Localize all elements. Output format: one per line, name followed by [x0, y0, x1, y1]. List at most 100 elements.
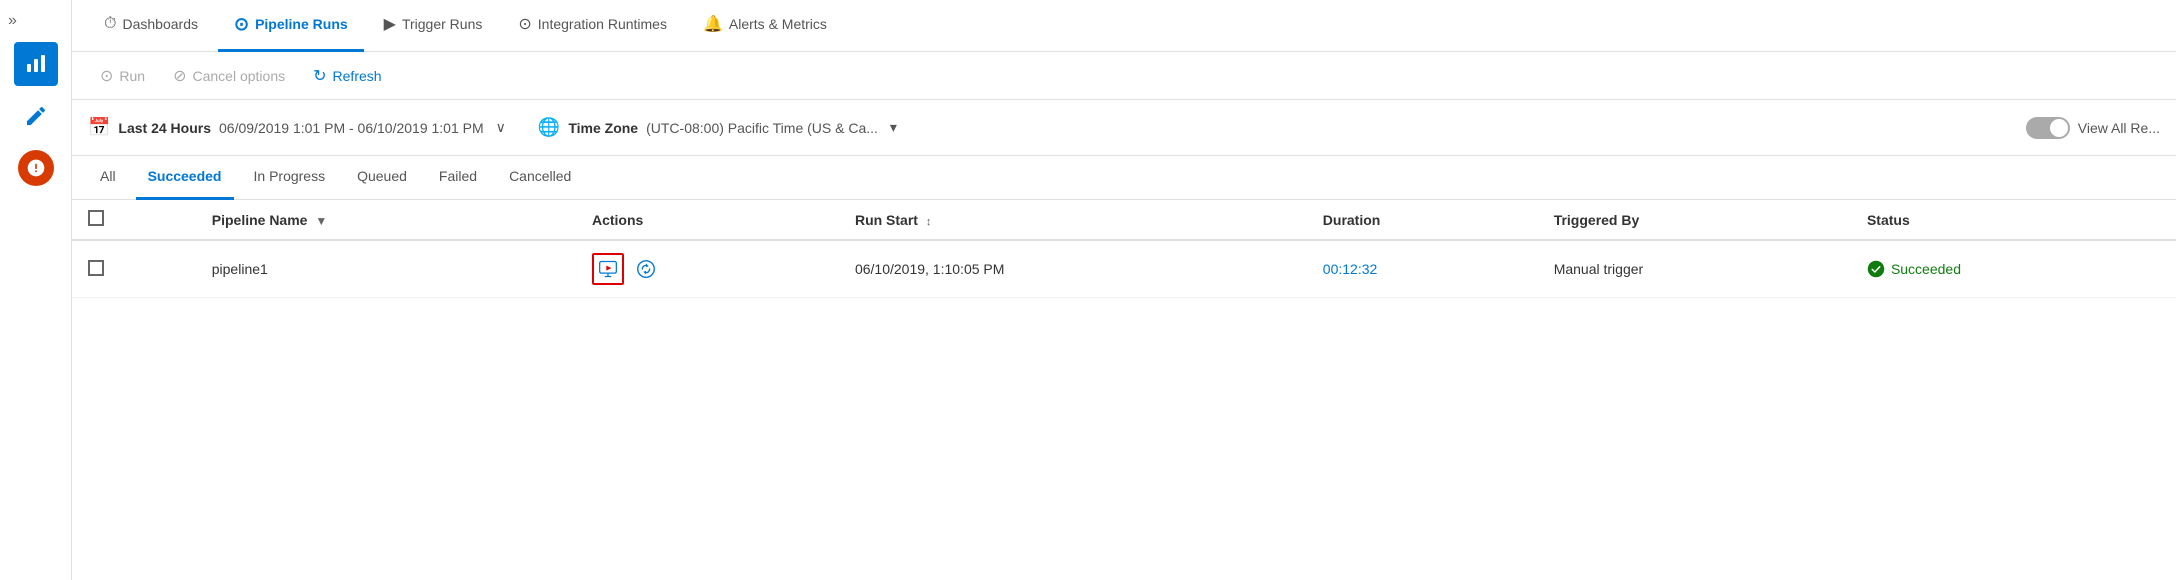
pencil-icon: [24, 104, 48, 128]
col-run-start-header[interactable]: Run Start ↕: [839, 200, 1307, 240]
actions-cell: [576, 240, 839, 298]
sidebar: »: [0, 0, 72, 580]
cancel-options-button[interactable]: ⊘ Cancel options: [161, 60, 297, 92]
pipeline-runs-table: Pipeline Name ▼ Actions Run Start ↕ Dura…: [72, 200, 2176, 298]
status-text: Succeeded: [1891, 261, 1961, 277]
trigger-runs-icon: ▶: [384, 14, 396, 34]
view-all-toggle[interactable]: [2026, 117, 2070, 139]
status-tab-failed-label: Failed: [439, 168, 477, 184]
dashboards-icon: ⏱: [104, 15, 116, 33]
status-tab-all-label: All: [100, 168, 116, 184]
tab-dashboards[interactable]: ⏱ Dashboards: [88, 0, 214, 52]
pipeline-runs-icon: ⊙: [234, 14, 249, 35]
col-triggered-by-label: Triggered By: [1554, 212, 1640, 228]
sidebar-icon-chart[interactable]: [14, 42, 58, 86]
run-start-value: 06/10/2019, 1:10:05 PM: [855, 261, 1004, 277]
run-button[interactable]: ⊙ Run: [88, 60, 157, 92]
timezone-value: (UTC-08:00) Pacific Time (US & Ca...: [646, 120, 878, 136]
col-actions-label: Actions: [592, 212, 643, 228]
sidebar-collapse-btn[interactable]: »: [0, 8, 25, 34]
succeeded-checkmark-icon: [1867, 260, 1885, 278]
status-tabs: All Succeeded In Progress Queued Failed …: [72, 156, 2176, 200]
tab-alerts-metrics[interactable]: 🔔 Alerts & Metrics: [687, 0, 843, 52]
chart-icon: [24, 52, 48, 76]
tab-pipeline-runs[interactable]: ⊙ Pipeline Runs: [218, 0, 364, 52]
col-duration-header: Duration: [1307, 200, 1538, 240]
pipeline-action-rerun-icon[interactable]: [630, 253, 662, 285]
filter-bar: 📅 Last 24 Hours 06/09/2019 1:01 PM - 06/…: [72, 100, 2176, 156]
status-tab-succeeded[interactable]: Succeeded: [136, 156, 234, 200]
status-tab-failed[interactable]: Failed: [427, 156, 489, 200]
time-filter-chevron: ∨: [496, 119, 506, 136]
top-nav-tabs: ⏱ Dashboards ⊙ Pipeline Runs ▶ Trigger R…: [72, 0, 2176, 52]
date-range-value: 06/09/2019 1:01 PM - 06/10/2019 1:01 PM: [219, 120, 484, 136]
pipeline-action-run-icon[interactable]: [592, 253, 624, 285]
view-all-toggle-container: View All Re...: [2026, 117, 2160, 139]
status-value: Succeeded: [1867, 260, 2160, 278]
duration-cell: 00:12:32: [1307, 240, 1538, 298]
globe-icon: 🌐: [538, 117, 560, 138]
status-tab-all[interactable]: All: [88, 156, 128, 200]
table-row: pipeline1: [72, 240, 2176, 298]
run-icon: ⊙: [100, 66, 113, 86]
action-icons-group: [592, 253, 823, 285]
select-all-checkbox[interactable]: [88, 210, 104, 226]
rerun-icon: [635, 258, 657, 280]
col-actions-header: Actions: [576, 200, 839, 240]
status-tab-cancelled[interactable]: Cancelled: [497, 156, 583, 200]
col-pipeline-name-label: Pipeline Name: [212, 212, 308, 228]
status-cell: Succeeded: [1851, 240, 2176, 298]
pipeline-name-filter-icon[interactable]: ▼: [315, 214, 327, 228]
run-start-sort-icon[interactable]: ↕: [926, 216, 932, 228]
main-content: ⏱ Dashboards ⊙ Pipeline Runs ▶ Trigger R…: [72, 0, 2176, 580]
integration-runtimes-icon: ⊙: [518, 14, 531, 34]
row-checkbox-cell: [72, 240, 196, 298]
status-tab-cancelled-label: Cancelled: [509, 168, 571, 184]
alerts-icon: 🔔: [703, 14, 723, 34]
tab-trigger-runs[interactable]: ▶ Trigger Runs: [368, 0, 499, 52]
tab-integration-runtimes[interactable]: ⊙ Integration Runtimes: [502, 0, 683, 52]
col-status-label: Status: [1867, 212, 1910, 228]
col-duration-label: Duration: [1323, 212, 1381, 228]
run-label: Run: [119, 68, 145, 84]
tab-pipeline-runs-label: Pipeline Runs: [255, 16, 348, 32]
pipeline-runs-table-area: Pipeline Name ▼ Actions Run Start ↕ Dura…: [72, 200, 2176, 580]
table-header-row: Pipeline Name ▼ Actions Run Start ↕ Dura…: [72, 200, 2176, 240]
status-tab-queued[interactable]: Queued: [345, 156, 419, 200]
refresh-icon: ↻: [313, 66, 326, 86]
tab-alerts-metrics-label: Alerts & Metrics: [729, 16, 827, 32]
status-tab-in-progress-label: In Progress: [254, 168, 326, 184]
monitor-play-icon: [598, 259, 618, 279]
run-start-cell: 06/10/2019, 1:10:05 PM: [839, 240, 1307, 298]
timezone-dropdown-arrow: ▾: [890, 119, 897, 136]
cancel-icon: ⊘: [173, 66, 186, 86]
timezone-label: Time Zone: [568, 120, 638, 136]
tab-dashboards-label: Dashboards: [122, 16, 198, 32]
pipeline-name-value: pipeline1: [212, 261, 268, 277]
cancel-label: Cancel options: [193, 68, 286, 84]
sidebar-icon-alert[interactable]: [14, 146, 58, 190]
status-tab-succeeded-label: Succeeded: [148, 168, 222, 184]
col-pipeline-name-header: Pipeline Name ▼: [196, 200, 576, 240]
triggered-by-cell: Manual trigger: [1538, 240, 1851, 298]
status-tab-in-progress[interactable]: In Progress: [242, 156, 338, 200]
sidebar-icon-pencil[interactable]: [14, 94, 58, 138]
triggered-by-value: Manual trigger: [1554, 261, 1644, 277]
duration-value: 00:12:32: [1323, 261, 1378, 277]
view-all-label: View All Re...: [2078, 120, 2160, 136]
time-filter[interactable]: 📅 Last 24 Hours 06/09/2019 1:01 PM - 06/…: [88, 117, 506, 138]
col-run-start-label: Run Start: [855, 212, 918, 228]
tab-trigger-runs-label: Trigger Runs: [402, 16, 482, 32]
tab-integration-runtimes-label: Integration Runtimes: [538, 16, 667, 32]
alert-circle-icon: [26, 158, 46, 178]
col-status-header: Status: [1851, 200, 2176, 240]
calendar-icon: 📅: [88, 117, 110, 138]
refresh-button[interactable]: ↻ Refresh: [301, 60, 393, 92]
col-checkbox-header: [72, 200, 196, 240]
row-checkbox[interactable]: [88, 260, 104, 276]
toggle-knob: [2050, 119, 2068, 137]
col-triggered-by-header: Triggered By: [1538, 200, 1851, 240]
pipeline-name-cell: pipeline1: [196, 240, 576, 298]
time-filter-label: Last 24 Hours: [118, 120, 211, 136]
timezone-filter[interactable]: 🌐 Time Zone (UTC-08:00) Pacific Time (US…: [538, 117, 897, 138]
